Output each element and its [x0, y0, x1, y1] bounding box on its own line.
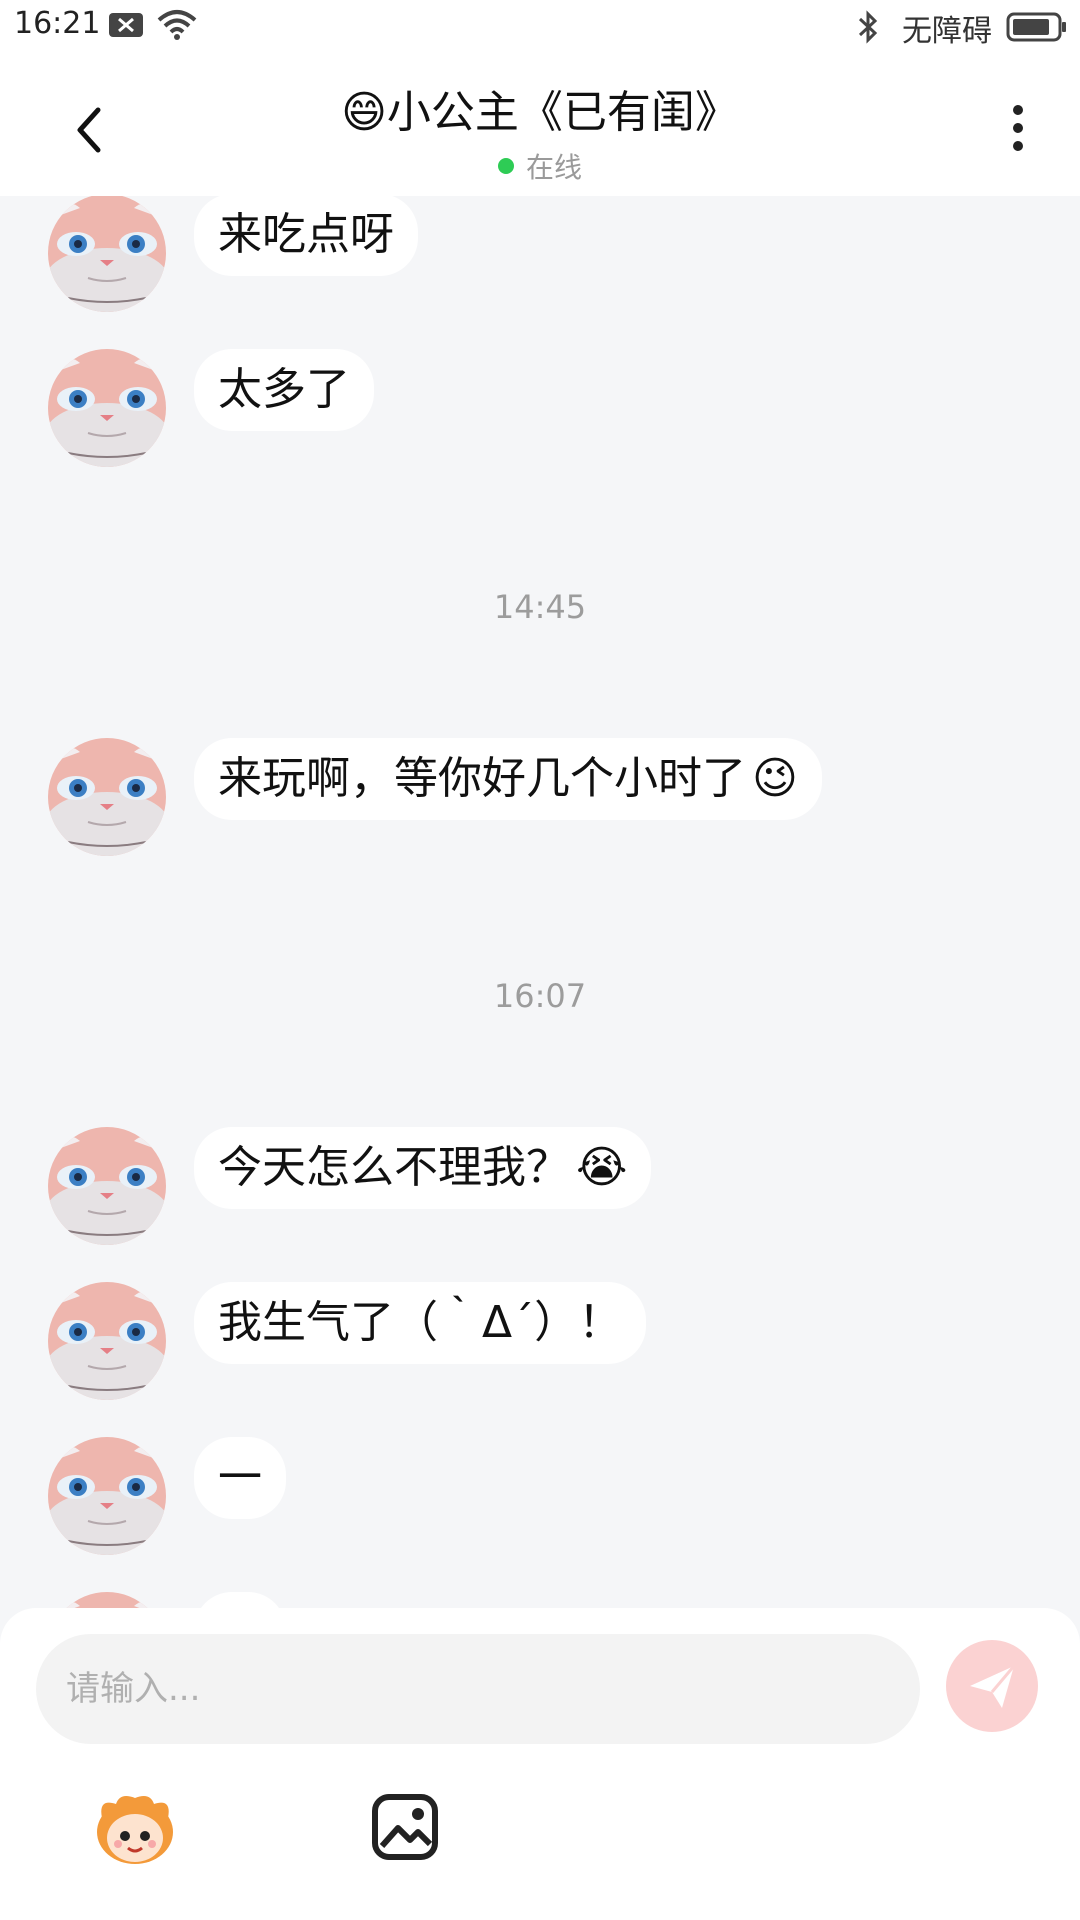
- message-list[interactable]: 来吃点呀 太多了 14:45 来玩啊，等你好几个小时了 😉 16:07 今天怎么不理我…: [0, 196, 1080, 1608]
- message-text: 我生气了（｀Δ´）！: [218, 1297, 623, 1348]
- notification-icon: [108, 10, 144, 44]
- message-text: 来玩啊，等你好几个小时了: [218, 753, 746, 804]
- message-timestamp: 14:45: [493, 588, 587, 626]
- paper-plane-icon: [970, 1665, 1016, 1708]
- presence-label: 在线: [525, 151, 582, 184]
- message-input[interactable]: [36, 1634, 920, 1744]
- message-text: 今天怎么不理我？: [218, 1142, 570, 1193]
- message-row: 一: [0, 1437, 1080, 1561]
- emoji-icon: 😭: [576, 1142, 628, 1193]
- wifi-icon: [156, 8, 198, 46]
- emoji-icon: 😉: [752, 753, 798, 804]
- avatar[interactable]: [48, 1282, 166, 1400]
- send-button[interactable]: [946, 1640, 1038, 1732]
- message-bubble[interactable]: 今天怎么不理我？ 😭: [194, 1127, 652, 1209]
- avatar[interactable]: [48, 349, 166, 467]
- avatar[interactable]: [48, 1592, 166, 1608]
- chat-header: 😄小公主《已有闺》 在线: [0, 56, 1080, 196]
- message-bubble[interactable]: 一: [194, 1437, 286, 1519]
- cartoon-face-icon: [97, 1796, 173, 1864]
- message-row: 今天怎么不理我？ 😭: [0, 1127, 1080, 1251]
- message-row: 来玩啊，等你好几个小时了 😉: [0, 738, 1080, 862]
- sticker-button[interactable]: [90, 1788, 180, 1868]
- accessibility-label: 无障碍: [902, 14, 992, 49]
- avatar[interactable]: [48, 196, 166, 312]
- message-bubble[interactable]: 二: [194, 1592, 286, 1608]
- online-dot-icon: [497, 158, 514, 174]
- presence: 在线: [497, 146, 582, 186]
- message-bubble[interactable]: 来玩啊，等你好几个小时了 😉: [194, 738, 822, 820]
- title-block: 😄小公主《已有闺》 在线: [0, 76, 1080, 186]
- avatar[interactable]: [48, 1437, 166, 1555]
- message-timestamp: 16:07: [493, 977, 587, 1015]
- bluetooth-icon: [854, 10, 882, 48]
- more-options-button[interactable]: [998, 98, 1038, 158]
- message-text: 二: [218, 1592, 262, 1608]
- chat-title: 😄小公主《已有闺》: [341, 87, 739, 138]
- message-text: 太多了: [218, 364, 350, 415]
- status-time: 16:21: [14, 6, 101, 41]
- message-text: 来吃点呀: [218, 209, 394, 260]
- vertical-ellipsis-icon: [1013, 105, 1023, 151]
- message-row: 二: [0, 1592, 1080, 1608]
- avatar[interactable]: [48, 1127, 166, 1245]
- message-bubble[interactable]: 来吃点呀: [194, 196, 418, 276]
- message-row: 我生气了（｀Δ´）！: [0, 1282, 1080, 1406]
- message-row: 太多了: [0, 349, 1080, 473]
- message-bubble[interactable]: 我生气了（｀Δ´）！: [194, 1282, 647, 1364]
- image-gallery-icon: [372, 1794, 438, 1860]
- message-row: 来吃点呀: [0, 196, 1080, 318]
- battery-icon: [1006, 12, 1068, 46]
- image-button[interactable]: [370, 1792, 440, 1862]
- message-text: 一: [218, 1452, 262, 1503]
- composer: [0, 1608, 1080, 1920]
- avatar[interactable]: [48, 738, 166, 856]
- status-bar: 16:21 无障碍: [0, 0, 1080, 56]
- message-bubble[interactable]: 太多了: [194, 349, 374, 431]
